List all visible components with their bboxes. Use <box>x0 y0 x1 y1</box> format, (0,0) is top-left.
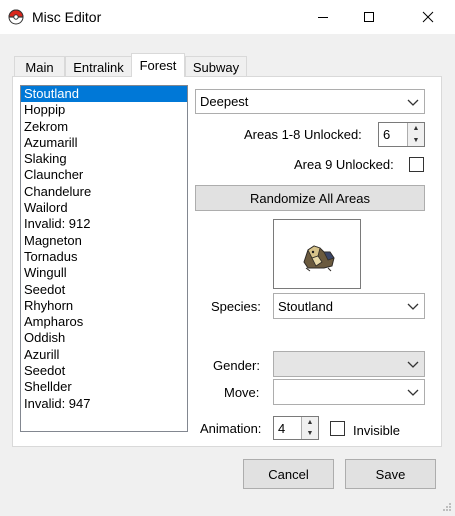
minimize-icon <box>318 17 328 18</box>
animation-value: 4 <box>278 420 286 436</box>
species-value: Stoutland <box>278 298 333 314</box>
spin-up-icon[interactable]: ▲ <box>408 123 424 135</box>
tab-subway[interactable]: Subway <box>185 56 247 78</box>
save-button[interactable]: Save <box>345 459 436 489</box>
list-item[interactable]: Magneton <box>21 233 187 249</box>
list-item[interactable]: Clauncher <box>21 167 187 183</box>
list-item[interactable]: Azurill <box>21 347 187 363</box>
invisible-label: Invisible <box>353 423 400 438</box>
chevron-down-icon <box>407 99 419 106</box>
window-title: Misc Editor <box>32 9 102 25</box>
spin-down-icon[interactable]: ▼ <box>408 135 424 147</box>
list-item[interactable]: Shellder <box>21 379 187 395</box>
list-item[interactable]: Seedot <box>21 363 187 379</box>
area9-label: Area 9 Unlocked: <box>294 157 394 172</box>
stoutland-sprite-icon <box>303 245 335 272</box>
area-select[interactable]: Deepest <box>195 89 425 114</box>
cancel-button[interactable]: Cancel <box>243 459 334 489</box>
maximize-icon <box>364 12 374 22</box>
species-select[interactable]: Stoutland <box>273 293 425 319</box>
areas-unlocked-stepper[interactable]: 6 ▲ ▼ <box>378 122 425 147</box>
pokemon-listbox[interactable]: Stoutland Hoppip Zekrom Azumarill Slakin… <box>20 85 188 432</box>
maximize-button[interactable] <box>346 0 392 34</box>
list-item[interactable]: Invalid: 947 <box>21 396 187 412</box>
areas-unlocked-value: 6 <box>383 127 391 142</box>
list-item[interactable]: Wailord <box>21 200 187 216</box>
invisible-checkbox[interactable] <box>330 421 345 436</box>
tab-entralink[interactable]: Entralink <box>65 56 132 78</box>
move-label: Move: <box>224 385 260 400</box>
list-item[interactable]: Tornadus <box>21 249 187 265</box>
sprite-box <box>273 219 361 289</box>
close-icon <box>422 11 434 23</box>
chevron-down-icon <box>407 361 419 368</box>
animation-spin: ▲ ▼ <box>301 417 318 439</box>
list-item[interactable]: Stoutland <box>21 86 187 103</box>
area-select-value: Deepest <box>200 94 249 109</box>
chevron-down-icon <box>407 303 419 310</box>
gender-label: Gender: <box>213 358 260 373</box>
move-select[interactable] <box>273 379 425 405</box>
list-item[interactable]: Chandelure <box>21 184 187 200</box>
resize-grip-icon[interactable] <box>440 500 452 512</box>
list-item[interactable]: Invalid: 912 <box>21 216 187 232</box>
spin-up-icon[interactable]: ▲ <box>302 417 318 428</box>
tab-forest[interactable]: Forest <box>131 53 185 77</box>
pokeball-icon <box>8 9 24 25</box>
list-item[interactable]: Oddish <box>21 330 187 346</box>
chevron-down-icon <box>407 389 419 396</box>
animation-stepper[interactable]: 4 ▲ ▼ <box>273 416 319 440</box>
list-item[interactable]: Ampharos <box>21 314 187 330</box>
randomize-all-areas-button[interactable]: Randomize All Areas <box>195 185 425 211</box>
list-item[interactable]: Zekrom <box>21 119 187 135</box>
gender-select[interactable] <box>273 351 425 377</box>
list-item[interactable]: Wingull <box>21 265 187 281</box>
list-item[interactable]: Seedot <box>21 282 187 298</box>
areas-unlocked-label: Areas 1-8 Unlocked: <box>244 127 362 142</box>
list-item[interactable]: Slaking <box>21 151 187 167</box>
animation-label: Animation: <box>200 421 262 436</box>
areas-unlocked-spin: ▲ ▼ <box>407 123 424 146</box>
minimize-button[interactable] <box>300 0 346 34</box>
list-item[interactable]: Hoppip <box>21 102 187 118</box>
list-item[interactable]: Azumarill <box>21 135 187 151</box>
species-label: Species: <box>211 299 261 314</box>
spin-down-icon[interactable]: ▼ <box>302 428 318 439</box>
tab-main[interactable]: Main <box>14 56 65 78</box>
area9-checkbox[interactable] <box>409 157 424 172</box>
close-button[interactable] <box>405 0 451 34</box>
list-item[interactable]: Rhyhorn <box>21 298 187 314</box>
title-bar: Misc Editor <box>0 0 455 34</box>
